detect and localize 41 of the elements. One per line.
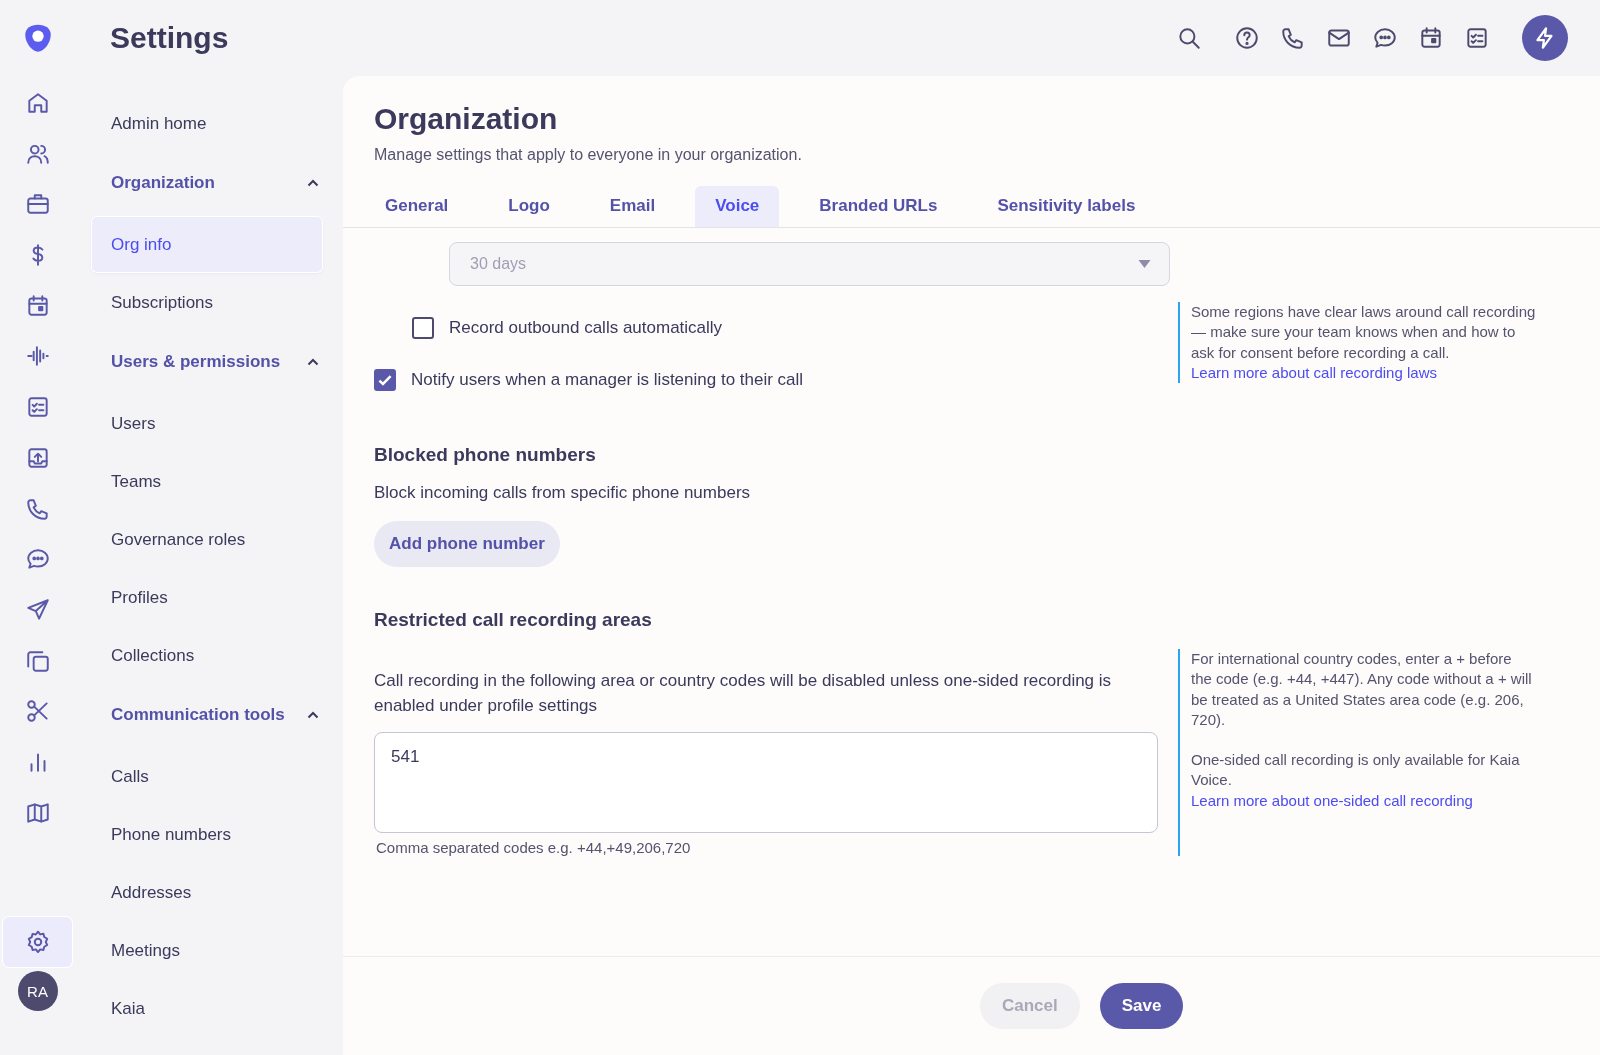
learn-more-link[interactable]: Learn more about one-sided call recording <box>1191 790 1473 812</box>
sidebar-item[interactable]: Collections <box>92 628 322 683</box>
save-button[interactable]: Save <box>1099 983 1184 1029</box>
tab[interactable]: Email <box>589 186 676 227</box>
page-subtitle: Manage settings that apply to everyone in your organization. <box>374 146 803 164</box>
settings-title: Settings <box>110 20 230 56</box>
checkbox-label: Notify users when a manager is listening to their call <box>411 370 804 390</box>
tab[interactable]: Voice <box>695 186 780 227</box>
sidebar-item[interactable]: Admin home <box>92 96 322 151</box>
tab[interactable]: Branded URLs <box>799 186 958 227</box>
learn-more-link[interactable]: Learn more about call recording laws <box>1191 362 1437 384</box>
section-description: Call recording in the following area or country codes will be disabled unless one-sided recording is enabled under profile settings <box>374 670 1113 717</box>
page-title: Organization <box>374 102 559 136</box>
section-heading: Restricted call recording areas <box>374 609 653 631</box>
sidebar-item[interactable]: Users <box>92 396 322 451</box>
sidebar-item[interactable]: Governance roles <box>92 512 322 567</box>
sidebar-item[interactable]: Org info <box>92 217 322 272</box>
sidebar-group-heading[interactable]: Organization <box>111 173 215 193</box>
sidebar-item[interactable]: Addresses <box>92 865 322 920</box>
note-text: One-sided call recording is only available for Kaia Voice. <box>1191 750 1521 791</box>
user-avatar[interactable]: RA <box>17 971 58 1011</box>
area-codes-field[interactable]: 541 <box>374 732 1158 833</box>
sidebar-group-heading[interactable]: Users & permissions <box>111 352 281 372</box>
sidebar-group-heading[interactable]: Communication tools <box>111 705 285 725</box>
tab[interactable]: Logo <box>488 186 570 227</box>
sidebar-item[interactable]: Phone numbers <box>92 807 322 862</box>
sidebar-item[interactable]: Calls <box>92 749 322 804</box>
sidebar-item[interactable]: Subscriptions <box>92 275 322 330</box>
note-text: For international country codes, enter a + before the code (e.g. +44, +447). Any code without a + will be treated as a United States area code (e.g. 206, 720). <box>1191 649 1533 730</box>
sidebar-item[interactable]: Kaia <box>92 981 322 1036</box>
tab[interactable]: Sensitivity labels <box>977 186 1156 227</box>
add-phone-number-button[interactable]: Add phone number <box>374 521 560 567</box>
sidebar-item[interactable]: Profiles <box>92 570 322 625</box>
note-text: Some regions have clear laws around call recording — make sure your team knows when and how to ask for consent before recording a call. <box>1191 302 1536 363</box>
tab[interactable]: General <box>365 186 469 227</box>
sidebar-item[interactable]: Teams <box>92 454 322 509</box>
checkbox-label: Record outbound calls automatically <box>449 318 723 338</box>
field-hint: Comma separated codes e.g. +44,+49,206,720 <box>376 839 692 856</box>
sidebar-item[interactable]: Meetings <box>92 923 322 978</box>
section-description: Block incoming calls from specific phone numbers <box>374 483 752 503</box>
section-heading: Blocked phone numbers <box>374 444 597 466</box>
